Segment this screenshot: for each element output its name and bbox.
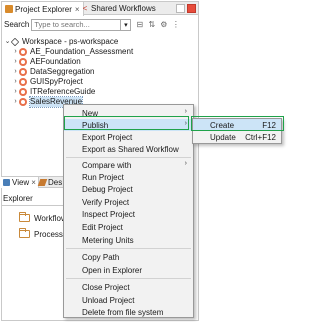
- workspace-icon: [10, 37, 20, 47]
- project-icon: [19, 78, 27, 86]
- tree-row-project[interactable]: › DataSeggregation: [4, 67, 198, 77]
- tab-project-explorer[interactable]: Project Explorer ×: [2, 2, 84, 16]
- menu-separator: [66, 157, 191, 158]
- menu-item-label: Run Project: [82, 172, 124, 182]
- menu-item-metering-units[interactable]: Metering Units: [64, 234, 193, 246]
- settings-icon[interactable]: ⚙: [159, 20, 168, 29]
- tab-shared-workflows[interactable]: < Shared Workflows: [78, 2, 159, 15]
- minimize-icon[interactable]: [176, 4, 185, 13]
- menu-item-label: Edit Project: [82, 222, 123, 232]
- menu-item-run-project[interactable]: Run Project: [64, 171, 193, 183]
- project-icon: [19, 48, 27, 56]
- expand-icon[interactable]: ›: [12, 47, 19, 57]
- tree-row-project[interactable]: › GUISpyProject: [4, 77, 198, 87]
- expand-icon[interactable]: ›: [12, 97, 19, 107]
- project-icon: [19, 68, 27, 76]
- menu-item-label: Inspect Project: [82, 209, 135, 219]
- tab-designer[interactable]: Des: [37, 177, 64, 188]
- chevron-right-icon: ›: [184, 108, 187, 115]
- view-icon: [3, 179, 10, 186]
- submenu-item-update[interactable]: Update Ctrl+F12: [193, 131, 281, 143]
- project-icon: [19, 58, 27, 66]
- menu-item-debug-project[interactable]: Debug Project: [64, 183, 193, 195]
- tab-view-label: View: [12, 178, 30, 187]
- menu-item-label: Unload Project: [82, 295, 135, 305]
- toolbar: ⊟ ⇅ ⚙ ⋮: [135, 20, 180, 29]
- view-panel: View × Des Explorer Workflow Processes: [1, 176, 71, 321]
- maximize-icon[interactable]: [187, 4, 196, 13]
- search-row: Search ▾ ⊟ ⇅ ⚙ ⋮: [2, 16, 198, 33]
- shortcut-label: Ctrl+F12: [245, 133, 276, 142]
- menu-item-label: Compare with: [82, 160, 132, 170]
- tree-row-project[interactable]: › ITReferenceGuide: [4, 87, 198, 97]
- menu-item-label: Copy Path: [82, 252, 120, 262]
- tab-shared-workflows-label: Shared Workflows: [91, 4, 156, 13]
- menu-item-label: Open in Explorer: [82, 265, 143, 275]
- menu-separator: [66, 248, 191, 249]
- expand-icon[interactable]: ›: [12, 67, 19, 77]
- menu-separator: [66, 278, 191, 279]
- menu-item-label: Export Project: [82, 132, 133, 142]
- explorer-label: Explorer: [3, 194, 33, 203]
- project-icon: [19, 88, 27, 96]
- menu-item-label: Metering Units: [82, 235, 134, 245]
- menu-item-close-project[interactable]: Close Project: [64, 281, 193, 293]
- menu-item-delete-from-file-system[interactable]: Delete from file system: [64, 306, 193, 318]
- menu-item-label: Delete from file system: [82, 307, 164, 317]
- menu-item-label: Close Project: [82, 282, 130, 292]
- workspace-label: Workspace - ps-workspace: [22, 37, 119, 46]
- create-highlight-box: [191, 116, 284, 131]
- chevron-right-icon: ›: [184, 160, 187, 167]
- folder-icon: [19, 212, 30, 222]
- tab-view[interactable]: View ×: [1, 177, 39, 188]
- sort-icon[interactable]: ⇅: [147, 20, 156, 29]
- menu-item-label: Verify Project: [82, 197, 130, 207]
- project-tree: ⌄ Workspace - ps-workspace › AE_Foundati…: [4, 37, 198, 108]
- submenu-item-label: Update: [210, 132, 236, 142]
- panel-tab-bar: Project Explorer × < Shared Workflows: [2, 2, 198, 16]
- tab-project-explorer-label: Project Explorer: [15, 4, 72, 14]
- search-label: Search: [4, 20, 30, 29]
- view-tab-bar: View × Des: [1, 176, 63, 188]
- menu-item-compare-with[interactable]: Compare with ›: [64, 159, 193, 171]
- designer-icon: [37, 179, 48, 186]
- expand-icon[interactable]: ›: [12, 87, 19, 97]
- collapse-all-icon[interactable]: ⊟: [135, 20, 144, 29]
- menu-item-export-shared-workflow[interactable]: Export as Shared Workflow: [64, 143, 193, 155]
- menu-item-unload-project[interactable]: Unload Project: [64, 294, 193, 306]
- menu-item-label: Export as Shared Workflow: [82, 144, 179, 154]
- project-explorer-icon: [5, 5, 13, 13]
- share-icon: <: [82, 3, 88, 13]
- project-label: GUISpyProject: [30, 77, 83, 86]
- expand-icon[interactable]: ›: [12, 77, 19, 87]
- tree-row-project[interactable]: › AE_Foundation_Assessment: [4, 47, 198, 57]
- tree-row-workspace[interactable]: ⌄ Workspace - ps-workspace: [4, 37, 198, 47]
- menu-item-copy-path[interactable]: Copy Path: [64, 251, 193, 263]
- folder-item-workflow[interactable]: Workflow: [19, 212, 67, 223]
- project-label: AEFoundation: [30, 57, 81, 66]
- menu-item-open-in-explorer[interactable]: Open in Explorer: [64, 264, 193, 276]
- folder-icon: [19, 228, 30, 238]
- tab-designer-label: Des: [48, 178, 63, 187]
- menu-item-inspect-project[interactable]: Inspect Project: [64, 208, 193, 220]
- window-buttons: [176, 4, 196, 13]
- close-icon[interactable]: ×: [31, 178, 36, 187]
- search-input[interactable]: [31, 18, 122, 31]
- menu-item-verify-project[interactable]: Verify Project: [64, 196, 193, 208]
- menu-item-label: Debug Project: [82, 184, 133, 194]
- project-icon: [19, 98, 27, 106]
- project-label: ITReferenceGuide: [30, 87, 96, 96]
- expand-icon[interactable]: ›: [12, 57, 19, 67]
- tree-row-project[interactable]: › AEFoundation: [4, 57, 198, 67]
- folder-label: Workflow: [34, 213, 67, 223]
- menu-item-export-project[interactable]: Export Project: [64, 131, 193, 143]
- project-label: AE_Foundation_Assessment: [30, 47, 134, 56]
- publish-highlight-box: [64, 116, 189, 130]
- menu-item-edit-project[interactable]: Edit Project: [64, 221, 193, 233]
- divider: [1, 205, 63, 206]
- search-dropdown-icon[interactable]: ▾: [121, 18, 132, 31]
- more-icon[interactable]: ⋮: [171, 20, 180, 29]
- project-label: DataSeggregation: [30, 67, 95, 76]
- context-menu: New › Publish › Export Project Export as…: [63, 104, 194, 318]
